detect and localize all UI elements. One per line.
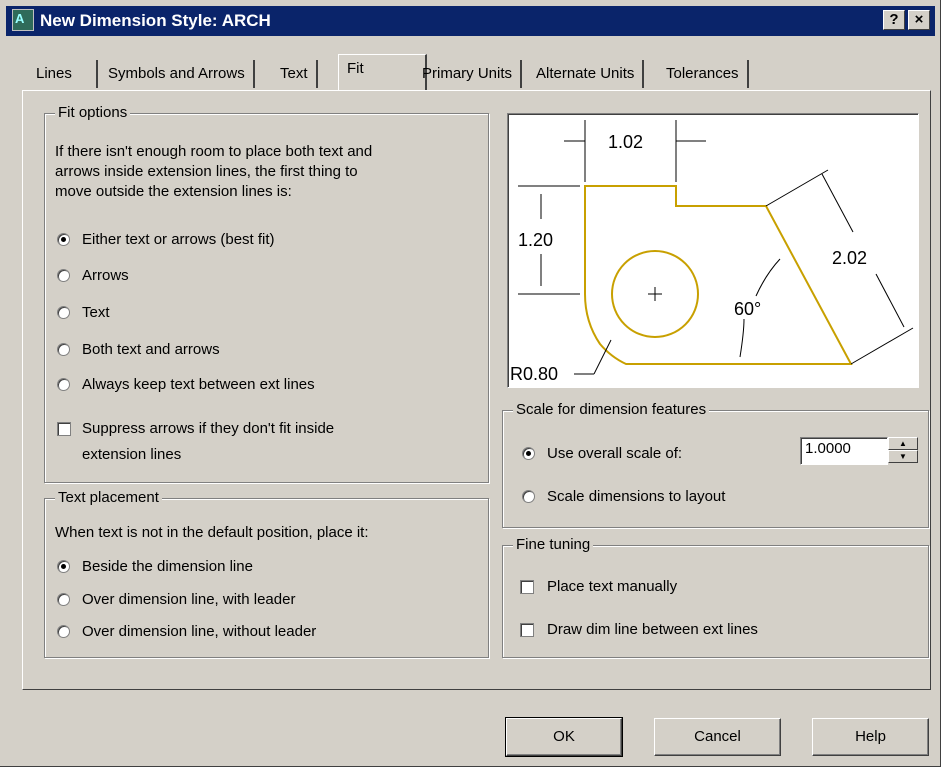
label-place-text-manually[interactable]: Place text manually [547,578,677,595]
dialog-window: A New Dimension Style: ARCH ? × Lines Sy… [0,0,941,767]
radio-both-text-and-arrows[interactable] [57,343,70,356]
autocad-app-icon: A [12,9,34,31]
label-over-without-leader[interactable]: Over dimension line, without leader [82,623,316,640]
fine-tuning-legend: Fine tuning [513,536,594,553]
tab-lines[interactable]: Lines [28,60,98,88]
label-always-keep-text-between[interactable]: Always keep text between ext lines [82,376,315,393]
suppress-arrows-label-line2[interactable]: extension lines [82,446,181,463]
tab-text[interactable]: Text [272,60,318,88]
label-text[interactable]: Text [82,304,110,321]
radio-either-text-or-arrows[interactable] [57,233,70,246]
radio-use-overall-scale[interactable] [522,447,535,460]
angle-arc-lower [739,318,745,358]
dim-label-right: 2.02 [832,248,867,268]
dim-line-right-bottom [875,273,905,328]
radio-arrows[interactable] [57,269,70,282]
fit-options-desc-line2: arrows inside extension lines, the first… [55,163,358,180]
text-placement-desc: When text is not in the default position… [55,524,369,541]
part-outline [584,185,853,365]
dim-label-radius: R0.80 [510,364,558,384]
fit-options-legend: Fit options [55,104,131,121]
label-scale-to-layout[interactable]: Scale dimensions to layout [547,488,725,505]
label-arrows[interactable]: Arrows [82,267,129,284]
ext-line-right-top [765,169,829,207]
label-beside-dimension-line[interactable]: Beside the dimension line [82,558,253,575]
place-text-manually-checkbox[interactable] [520,580,534,594]
tab-primary-units[interactable]: Primary Units [414,60,523,88]
label-over-with-leader[interactable]: Over dimension line, with leader [82,591,295,608]
title-bar[interactable]: A New Dimension Style: ARCH ? × [6,6,935,36]
spin-up-icon[interactable]: ▲ [888,437,918,450]
overall-scale-input[interactable]: 1.0000 [800,437,888,465]
label-draw-dim-line[interactable]: Draw dim line between ext lines [547,621,758,638]
ok-button[interactable]: OK [505,717,623,757]
close-button[interactable]: × [908,10,930,30]
dim-line-right-top [821,173,854,233]
radio-text[interactable] [57,306,70,319]
fine-tuning-group: Fine tuning [502,536,929,658]
radio-beside-dimension-line[interactable] [57,560,70,573]
spin-down-icon[interactable]: ▼ [888,450,918,463]
suppress-arrows-checkbox[interactable] [57,422,71,436]
label-either-text-or-arrows[interactable]: Either text or arrows (best fit) [82,231,275,248]
radio-over-without-leader[interactable] [57,625,70,638]
radio-always-keep-text-between[interactable] [57,378,70,391]
help-question-button[interactable]: ? [883,10,905,30]
radio-over-with-leader[interactable] [57,593,70,606]
radius-leader-diag [593,339,612,375]
scale-legend: Scale for dimension features [513,401,710,418]
fit-options-desc-line1: If there isn't enough room to place both… [55,143,373,160]
scale-group: Scale for dimension features [502,401,929,528]
window-title: New Dimension Style: ARCH [40,11,271,30]
scale-spinner[interactable]: ▲ ▼ [888,437,918,465]
dim-label-left: 1.20 [518,230,553,250]
preview-drawing: 1.02 1.20 2.02 60° R0.80 [510,120,914,384]
text-placement-legend: Text placement [55,489,162,506]
angle-arc-upper [755,258,781,297]
suppress-arrows-label-line1[interactable]: Suppress arrows if they don't fit inside [82,420,334,437]
cancel-button[interactable]: Cancel [654,718,781,756]
dim-label-angle: 60° [734,299,761,319]
label-use-overall-scale[interactable]: Use overall scale of: [547,445,682,462]
radio-scale-to-layout[interactable] [522,490,535,503]
ext-line-right-bottom [850,327,914,365]
dim-label-top: 1.02 [608,132,643,152]
tab-alternate-units[interactable]: Alternate Units [528,60,645,88]
label-both-text-and-arrows[interactable]: Both text and arrows [82,341,220,358]
fit-options-desc-line3: move outside the extension lines is: [55,183,292,200]
dimension-preview: 1.02 1.20 2.02 60° R0.80 [507,113,919,388]
help-button[interactable]: Help [812,718,929,756]
tab-symbols-and-arrows[interactable]: Symbols and Arrows [100,60,255,88]
tab-tolerances[interactable]: Tolerances [658,60,749,88]
draw-dim-line-checkbox[interactable] [520,623,534,637]
